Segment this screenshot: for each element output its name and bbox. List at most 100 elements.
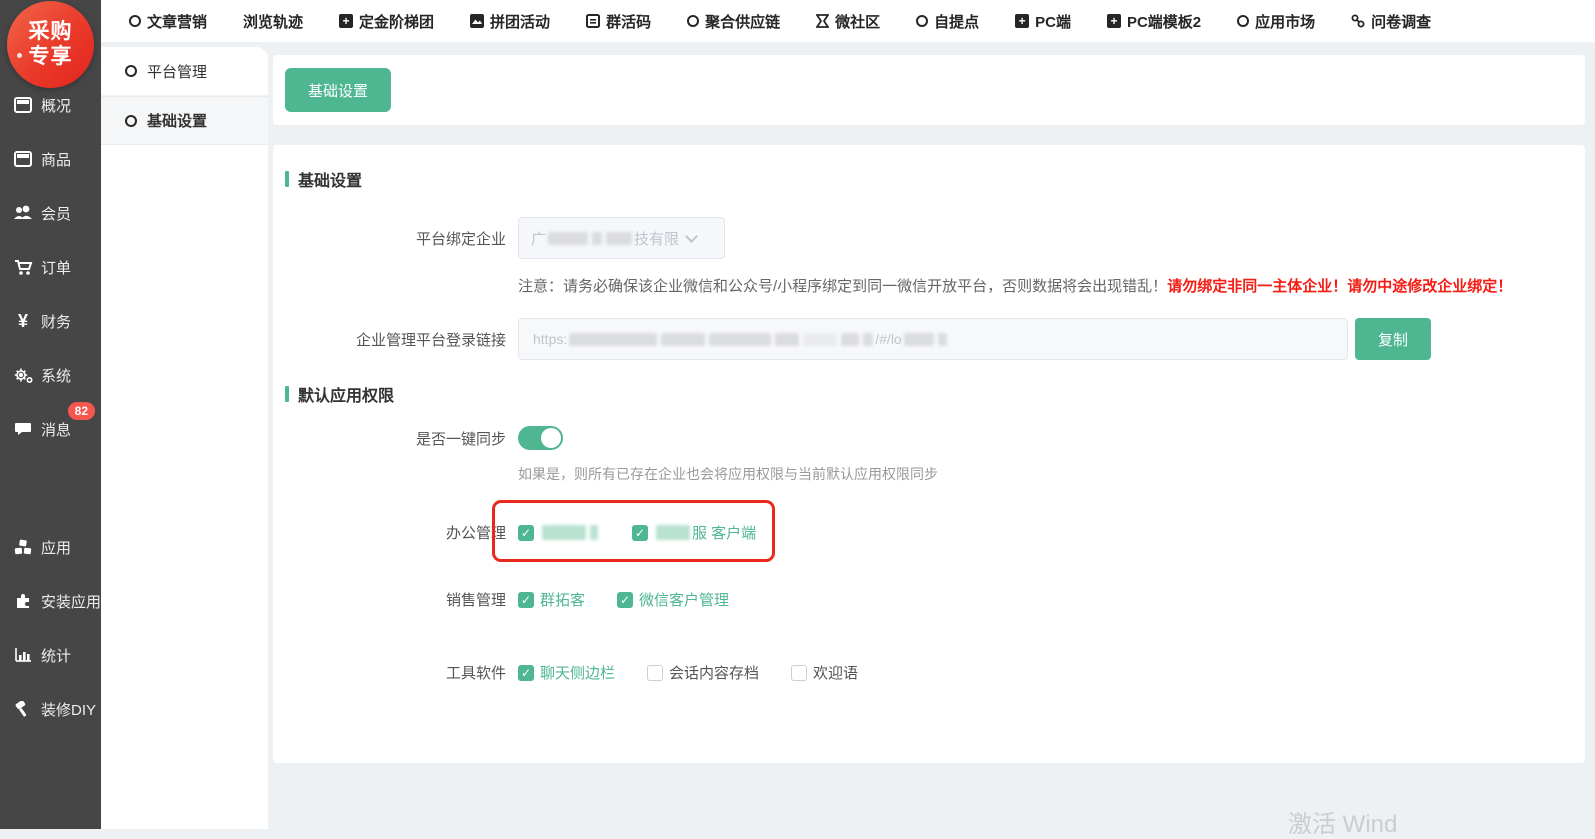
select-value-fragment: 广 (531, 228, 546, 249)
redaction-blur (656, 525, 690, 540)
nav-label: PC端模板2 (1127, 11, 1201, 32)
sidebar-item-decorate-diy[interactable]: 装修DIY (0, 682, 101, 736)
nav-item-article-marketing[interactable]: 文章营销 (129, 11, 207, 32)
nav-item-micro-community[interactable]: 微社区 (816, 11, 880, 32)
nav-item-browse-track[interactable]: 浏览轨迹 (243, 11, 303, 32)
plus-square-icon: + (1015, 14, 1029, 28)
logo-sparkle (17, 53, 22, 58)
checkbox-checked-icon: ✓ (518, 665, 534, 681)
nav-item-pc-template2[interactable]: + PC端模板2 (1107, 11, 1201, 32)
redaction-blur (904, 333, 934, 346)
sync-hint-row: 如果是，则所有已存在企业也会将应用权限与当前默认应用权限同步 (285, 464, 1565, 484)
circle-icon (125, 115, 137, 127)
sync-toggle-switch[interactable] (518, 426, 563, 450)
redaction-blur (569, 333, 657, 346)
checkbox-label: 微信客户管理 (639, 589, 729, 610)
users-icon (13, 203, 33, 223)
sidebar-item-label: 装修DIY (41, 699, 96, 720)
nav-item-app-market[interactable]: 应用市场 (1237, 11, 1315, 32)
nav-label: 文章营销 (147, 11, 207, 32)
logo-sparkle (29, 21, 32, 24)
tool-software-row: 工具软件 ✓ 聊天侧边栏 会话内容存档 欢迎语 (285, 662, 1565, 683)
bind-note-text: 注意：请务必确保该企业微信和公众号/小程序绑定到同一微信开放平台，否则数据将会出… (518, 275, 1167, 296)
nav-label: 应用市场 (1255, 11, 1315, 32)
nav-item-deposit-ladder-group[interactable]: + 定金阶梯团 (339, 11, 434, 32)
checkbox-qun-tuo-ke[interactable]: ✓ 群拓客 (518, 589, 585, 610)
select-value-fragment: 技有限 (634, 228, 679, 249)
checkbox-label: 服 客户端 (692, 522, 756, 543)
bind-warning-text: 请勿绑定非同一主体企业！请勿中途修改企业绑定！ (1167, 275, 1512, 296)
sales-management-label: 销售管理 (285, 589, 518, 610)
redaction-blur (606, 232, 632, 245)
basic-settings-tab-button[interactable]: 基础设置 (285, 68, 391, 112)
sidebar-item-system[interactable]: 系统 (0, 348, 101, 402)
nav-item-group-buy[interactable]: 拼团活动 (470, 11, 550, 32)
copy-button[interactable]: 复制 (1355, 318, 1431, 360)
redaction-blur (548, 232, 588, 245)
bind-note-row: 注意：请务必确保该企业微信和公众号/小程序绑定到同一微信开放平台，否则数据将会出… (285, 275, 1565, 296)
checkbox-label: 群拓客 (540, 589, 585, 610)
checkbox-session-archive[interactable]: 会话内容存档 (647, 662, 759, 683)
circle-icon (1237, 15, 1249, 27)
sync-hint-text: 如果是，则所有已存在企业也会将应用权限与当前默认应用权限同步 (518, 464, 938, 484)
sidebar-item-label: 商品 (41, 149, 71, 170)
bar-chart-icon (13, 645, 33, 665)
nav-label: 定金阶梯团 (359, 11, 434, 32)
redaction-blur (863, 333, 873, 346)
chat-bubble-icon (13, 419, 33, 439)
sidebar-item-apps[interactable]: 应用 (0, 520, 101, 574)
bind-enterprise-select[interactable]: 广 技有限 (518, 217, 725, 259)
sidebar-item-statistics[interactable]: 统计 (0, 628, 101, 682)
circle-icon (125, 65, 137, 77)
subnav-label: 基础设置 (147, 110, 207, 131)
nav-label: 微社区 (835, 11, 880, 32)
circle-icon (129, 15, 141, 27)
settings-form-panel: 基础设置 平台绑定企业 广 技有限 注意：请务必确保该企业微信和公众号/小程序绑… (273, 145, 1585, 763)
yen-icon: ¥ (13, 311, 33, 331)
section-title-basic-settings: 基础设置 (285, 167, 1565, 191)
office-management-label: 办公管理 (285, 522, 518, 543)
plus-square-icon: + (1107, 14, 1121, 28)
secondary-sidebar: 平台管理 基础设置 (101, 47, 268, 829)
checkbox-office-app-1[interactable]: ✓ (518, 525, 600, 541)
redaction-blur (709, 333, 771, 346)
redaction-blur (775, 333, 799, 346)
nav-item-pc[interactable]: + PC端 (1015, 11, 1071, 32)
sidebar-item-products[interactable]: 商品 (0, 132, 101, 186)
cart-icon (13, 257, 33, 277)
redaction-blur (592, 232, 602, 245)
link-icon (1351, 14, 1365, 28)
login-link-input[interactable]: https: /#/lo (518, 318, 1348, 360)
app-logo: 采购 专享 (7, 1, 94, 88)
subnav-item-platform-management[interactable]: 平台管理 (101, 47, 268, 96)
sidebar-item-orders[interactable]: 订单 (0, 240, 101, 294)
redaction-blur (841, 333, 859, 346)
login-link-row: 企业管理平台登录链接 https: /#/lo 复制 (285, 318, 1565, 360)
activate-windows-watermark: 激活 Wind (1288, 804, 1397, 839)
checkbox-checked-icon: ✓ (617, 592, 633, 608)
nav-item-pickup-point[interactable]: 自提点 (916, 11, 979, 32)
subnav-label: 平台管理 (147, 61, 207, 82)
checkbox-welcome-message[interactable]: 欢迎语 (791, 662, 858, 683)
link-value-fragment: /#/lo (875, 331, 901, 347)
sidebar-item-finance[interactable]: ¥ 财务 (0, 294, 101, 348)
sidebar-item-label: 消息 (41, 419, 71, 440)
checkbox-checked-icon: ✓ (518, 592, 534, 608)
nav-item-supply-chain[interactable]: 聚合供应链 (687, 11, 780, 32)
sidebar-item-messages[interactable]: 82 消息 (0, 402, 101, 456)
subnav-item-basic-settings[interactable]: 基础设置 (101, 96, 268, 145)
link-value-fragment: https: (533, 331, 567, 347)
sidebar-item-members[interactable]: 会员 (0, 186, 101, 240)
sidebar-item-install-apps[interactable]: 安装应用 (0, 574, 101, 628)
plus-square-icon: + (339, 14, 353, 28)
nav-item-group-qr[interactable]: 群活码 (586, 11, 651, 32)
sidebar-item-label: 订单 (41, 257, 71, 278)
main-sidebar: 概况 商品 会员 订单 ¥ 财务 (0, 0, 101, 829)
bind-enterprise-label: 平台绑定企业 (285, 228, 518, 249)
checkbox-wechat-customer-management[interactable]: ✓ 微信客户管理 (617, 589, 729, 610)
checkbox-chat-sidebar[interactable]: ✓ 聊天侧边栏 (518, 662, 615, 683)
checkbox-office-app-2[interactable]: ✓ 服 客户端 (632, 522, 756, 543)
nav-item-survey[interactable]: 问卷调查 (1351, 11, 1431, 32)
archive-box-icon (13, 95, 33, 115)
hammer-icon (13, 699, 33, 719)
